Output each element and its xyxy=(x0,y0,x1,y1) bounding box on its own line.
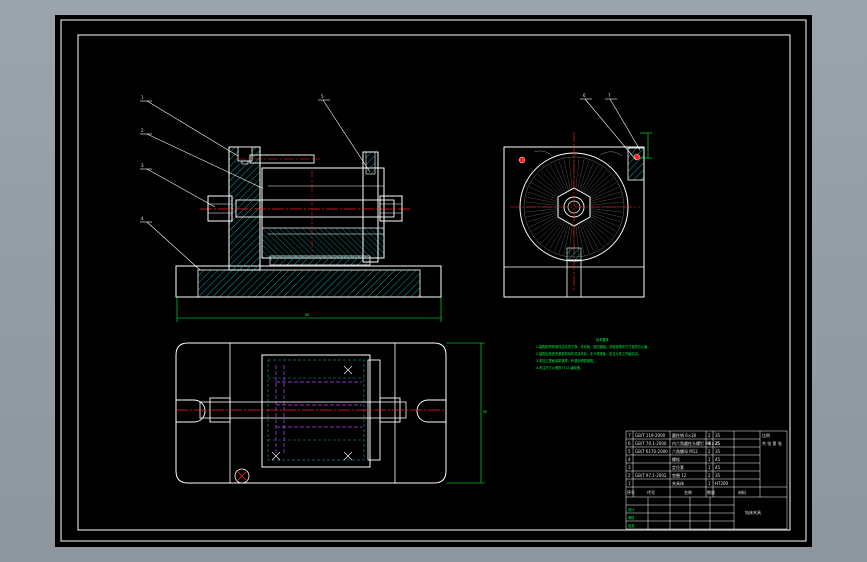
parts-list-cell-material: 35 xyxy=(715,441,721,446)
cad-drawing: 1 2 3 4 5 86 6 7 58 技术要求 1.装配前所有零件应清洗干净，… xyxy=(60,19,807,542)
parts-list-cell-code: GB/T 70.1-2000 xyxy=(635,441,667,446)
parts-list-cell-name: 螺栓 xyxy=(672,456,680,462)
parts-list-cell-no: 6 xyxy=(628,441,631,446)
parts-list-cell-no: 7 xyxy=(628,433,631,438)
disc-ray xyxy=(541,170,565,197)
base-section-hatch xyxy=(197,269,421,298)
disc-ray xyxy=(537,174,564,198)
parts-list-cell-qty: 1 xyxy=(708,457,711,462)
parts-list-cell-no: 4 xyxy=(628,457,631,462)
parts-list-cell-name: 六角螺母 M12 xyxy=(672,448,698,454)
disc-ray xyxy=(583,170,607,197)
disc-ray xyxy=(580,164,599,195)
parts-list-cell-code: GB/T 97.1-2002 xyxy=(635,473,667,478)
part-label-6: 6 xyxy=(583,93,586,98)
disc-ray xyxy=(549,164,568,195)
parts-list-cell-name: 垫圈 12 xyxy=(672,472,687,478)
header-qty: 数量 xyxy=(707,489,715,495)
disc-ray xyxy=(531,182,562,201)
approver-label: 批准 xyxy=(628,523,635,528)
parts-list-cell-qty: 2 xyxy=(708,449,711,454)
upright-hatch xyxy=(228,146,261,271)
disc-ray xyxy=(584,174,611,198)
disc-ray xyxy=(575,158,580,194)
part-label-1: 1 xyxy=(141,95,144,100)
disc-ray xyxy=(587,201,623,206)
disc-ray xyxy=(526,196,561,205)
disc-ray xyxy=(549,219,568,250)
disc-ray xyxy=(568,158,573,194)
parts-list-cell-qty: 1 xyxy=(708,481,711,486)
parts-list-cell-qty: 2 xyxy=(708,433,711,438)
parts-list-cell-material: 45 xyxy=(715,457,721,462)
front-view: 1 2 3 4 5 86 xyxy=(140,94,442,322)
disc-ray xyxy=(541,217,565,244)
parts-list-cell-name: 夹具体 xyxy=(672,480,684,486)
part-label-7: 7 xyxy=(608,93,611,98)
technical-requirements: 技术要求 1.装配前所有零件应清洗干净，去毛刺、锐边倒钝，并检查零件尺寸及形位公… xyxy=(536,337,651,370)
top-view: 58 xyxy=(175,342,487,484)
part-label-4: 4 xyxy=(141,216,144,221)
part-label-2: 2 xyxy=(141,128,144,133)
title-block: 钻床夹具 比例 共 张 第 张 设计 审核 批准 xyxy=(628,432,782,528)
disc-ray xyxy=(531,213,562,232)
parts-list-cell-no: 3 xyxy=(628,465,631,470)
parts-list-cell-code: GB/T 6170-2000 xyxy=(635,449,668,454)
parts-list-cell-material: HT200 xyxy=(715,481,729,486)
drawing-sheet: 1 2 3 4 5 86 6 7 58 技术要求 1.装配前所有零件应清洗干净，… xyxy=(55,15,812,547)
disc-ray xyxy=(586,182,617,201)
header-code: 代号 xyxy=(647,489,655,495)
disc-ray xyxy=(587,209,622,218)
tech-req-line: 3.非加工表面涂防锈漆，外观无明显缺陷。 xyxy=(536,358,596,363)
disc-ray xyxy=(583,217,607,244)
parts-list-cell-no: 2 xyxy=(628,473,631,478)
disc-ray xyxy=(563,159,572,194)
checker-label: 审核 xyxy=(628,515,635,520)
header-name: 名称 xyxy=(684,489,692,495)
header-no: 序号 xyxy=(627,489,635,495)
parts-list-rows: 7 GB/T 119-2000 圆柱销 6×30 2 356 GB/T 70.1-2000… xyxy=(628,432,729,486)
tech-req-title: 技术要求 xyxy=(596,337,610,342)
parts-list-cell-qty: 2 xyxy=(708,473,711,478)
tech-req-line: 4.未注尺寸公差按 IT12 级制造。 xyxy=(536,365,583,370)
parts-list-cell-name: 内六角圆柱头螺钉 M8×25 xyxy=(672,440,720,446)
header-material: 材料 xyxy=(738,489,746,495)
designer-label: 设计 xyxy=(628,507,635,512)
disc-ray xyxy=(537,216,564,240)
inner-border xyxy=(77,34,791,531)
parts-list-cell-name: 定位套 xyxy=(672,464,684,470)
tech-req-line: 1.装配前所有零件应清洗干净，去毛刺、锐边倒钝，并检查零件尺寸及形位公差。 xyxy=(536,344,651,349)
disc-ray xyxy=(587,208,623,213)
parts-list-cell-no: 5 xyxy=(628,449,631,454)
overall-length-dimension: 86 xyxy=(305,313,309,317)
parts-list-cell-code: GB/T 119-2000 xyxy=(635,433,666,438)
parts-list-cell-material: 35 xyxy=(715,433,721,438)
disc-ray xyxy=(584,216,611,240)
parts-list-cell-qty: 1 xyxy=(708,465,711,470)
overall-width-dimension: 58 xyxy=(483,410,487,414)
disc-ray xyxy=(525,201,561,206)
part-label-3: 3 xyxy=(141,163,144,168)
scale-label: 比例 xyxy=(762,432,770,438)
disc-ray xyxy=(526,209,561,218)
drawing-title: 钻床夹具 xyxy=(745,509,761,515)
parts-list-cell-no: 1 xyxy=(628,481,631,486)
tech-req-line: 2.装配后检查夹紧机构动作灵活可靠，无卡滞现象，定位元件工作面清洁。 xyxy=(536,351,641,356)
sheet-label: 共 张 第 张 xyxy=(762,440,782,446)
parts-list-cell-material: 35 xyxy=(715,473,721,478)
disc-ray xyxy=(580,219,599,250)
parts-list-cell-name: 圆柱销 6×30 xyxy=(672,432,697,438)
part-label-5: 5 xyxy=(321,94,324,99)
parts-list-header: 序号 代号 名称 数量 材料 xyxy=(627,489,746,495)
side-view: 6 7 xyxy=(503,93,652,298)
disc-ray xyxy=(586,213,617,232)
disc-ray xyxy=(525,208,561,213)
parts-list-cell-material: 45 xyxy=(715,465,721,470)
parts-list-cell-material: 35 xyxy=(715,449,721,454)
disc-ray xyxy=(576,159,585,194)
disc-ray xyxy=(587,196,622,205)
